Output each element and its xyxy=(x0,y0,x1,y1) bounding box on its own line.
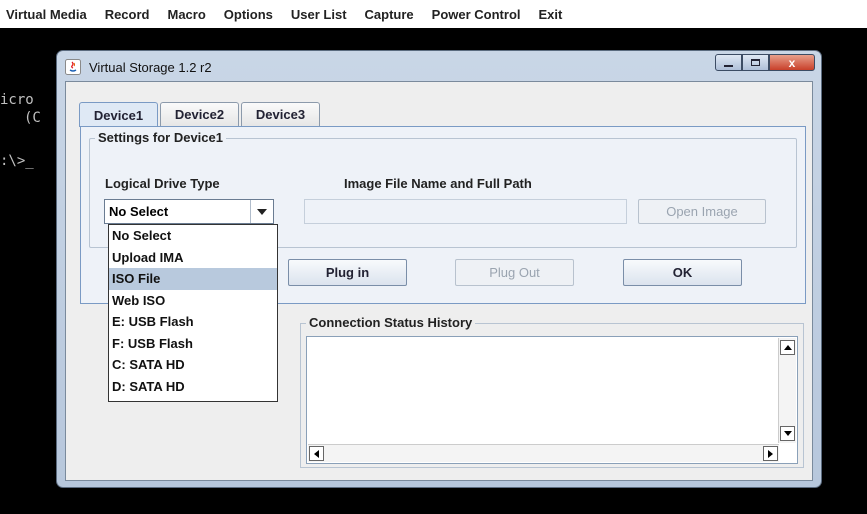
maximize-button[interactable] xyxy=(742,54,769,71)
open-image-label: Open Image xyxy=(666,204,738,219)
option-upload-ima[interactable]: Upload IMA xyxy=(109,247,277,269)
menu-macro[interactable]: Macro xyxy=(167,7,205,22)
java-icon xyxy=(65,59,81,75)
option-f-usb-flash[interactable]: F: USB Flash xyxy=(109,333,277,355)
menu-options[interactable]: Options xyxy=(224,7,273,22)
title-bar[interactable]: Virtual Storage 1.2 r2 x xyxy=(57,51,821,81)
ok-label: OK xyxy=(672,265,693,280)
drive-type-value: No Select xyxy=(109,204,169,219)
console-line: icro xyxy=(0,92,34,108)
tab-label: Device3 xyxy=(255,107,306,122)
option-c-sata-hd[interactable]: C: SATA HD xyxy=(109,354,277,376)
close-button[interactable]: x xyxy=(769,54,815,71)
chevron-down-icon[interactable] xyxy=(250,200,273,223)
menu-exit[interactable]: Exit xyxy=(539,7,563,22)
option-iso-file[interactable]: ISO File xyxy=(109,268,277,290)
option-no-select[interactable]: No Select xyxy=(109,225,277,247)
connection-history-label: Connection Status History xyxy=(306,315,476,330)
tab-device2[interactable]: Device2 xyxy=(160,102,239,126)
console-prompt: :\>_ xyxy=(0,153,34,169)
option-e-usb-flash[interactable]: E: USB Flash xyxy=(109,311,277,333)
menu-record[interactable]: Record xyxy=(105,7,150,22)
image-path-field[interactable] xyxy=(304,199,627,224)
console-line: (C xyxy=(24,110,41,126)
plug-in-button[interactable]: Plug in xyxy=(288,259,407,286)
plug-out-label: Plug Out xyxy=(489,265,540,280)
drive-type-select[interactable]: No Select xyxy=(104,199,274,224)
menu-capture[interactable]: Capture xyxy=(365,7,414,22)
connection-history-log[interactable] xyxy=(306,336,798,464)
tab-label: Device1 xyxy=(93,107,144,123)
minimize-button[interactable] xyxy=(715,54,742,71)
window-controls: x xyxy=(715,54,815,71)
tab-device3[interactable]: Device3 xyxy=(241,102,320,126)
menu-power-control[interactable]: Power Control xyxy=(432,7,521,22)
tab-label: Device2 xyxy=(174,107,225,122)
scroll-right-icon[interactable] xyxy=(763,446,778,461)
plug-in-label: Plug in xyxy=(325,265,370,280)
open-image-button[interactable]: Open Image xyxy=(638,199,766,224)
scroll-down-icon[interactable] xyxy=(780,426,795,441)
menu-bar: Virtual Media Record Macro Options User … xyxy=(0,0,867,28)
ok-button[interactable]: OK xyxy=(623,259,742,286)
drive-type-dropdown-list: No Select Upload IMA ISO File Web ISO E:… xyxy=(108,224,278,402)
menu-user-list[interactable]: User List xyxy=(291,7,347,22)
minimize-icon xyxy=(724,64,733,67)
horizontal-scrollbar[interactable] xyxy=(308,444,779,462)
maximize-icon xyxy=(751,59,760,66)
drive-type-label: Logical Drive Type xyxy=(105,176,220,191)
window-title: Virtual Storage 1.2 r2 xyxy=(89,60,212,75)
menu-virtual-media[interactable]: Virtual Media xyxy=(6,7,87,22)
vertical-scrollbar[interactable] xyxy=(778,338,796,443)
close-icon: x xyxy=(788,55,796,70)
image-path-label: Image File Name and Full Path xyxy=(344,176,532,191)
plug-out-button[interactable]: Plug Out xyxy=(455,259,574,286)
scroll-up-icon[interactable] xyxy=(780,340,795,355)
option-d-sata-hd[interactable]: D: SATA HD xyxy=(109,376,277,398)
settings-group-label: Settings for Device1 xyxy=(95,130,226,145)
option-web-iso[interactable]: Web ISO xyxy=(109,290,277,312)
connection-history-group: Connection Status History xyxy=(300,315,804,468)
tab-device1[interactable]: Device1 xyxy=(79,102,158,127)
scroll-left-icon[interactable] xyxy=(309,446,324,461)
